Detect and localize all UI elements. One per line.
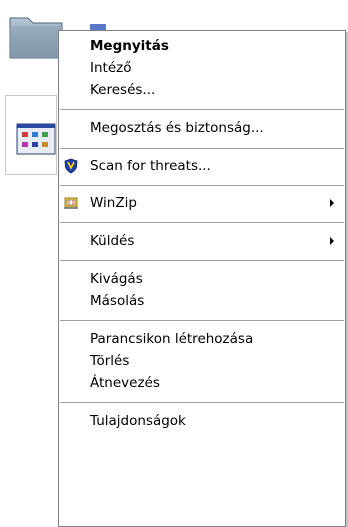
menu-item-open[interactable]: Megnyitás [60, 35, 344, 57]
menu-item-properties-label: Tulajdonságok [90, 413, 186, 429]
menu-item-search-label: Keresés... [90, 82, 156, 98]
menu-item-cut[interactable]: Kivágás [60, 268, 344, 290]
folder-icon-graphic [9, 17, 63, 59]
menu-item-delete[interactable]: Törlés [60, 350, 344, 372]
menu-item-send-to-label: Küldés [90, 233, 135, 249]
menu-item-copy-label: Másolás [90, 293, 145, 309]
menu-item-winzip-label: WinZip [90, 195, 137, 211]
menu-item-send-to[interactable]: Küldés [60, 230, 344, 252]
menu-item-sharing-security-label: Megosztás és biztonság... [90, 120, 264, 136]
folder-icon[interactable] [6, 6, 66, 64]
menu-item-cut-label: Kivágás [90, 271, 143, 287]
submenu-arrow-icon [330, 199, 334, 207]
menu-item-winzip[interactable]: WinZip [60, 192, 344, 214]
control-panel-icon-graphic [16, 123, 56, 155]
menu-separator [60, 402, 344, 403]
menu-item-sharing-security[interactable]: Megosztás és biztonság... [60, 117, 344, 139]
menu-item-create-shortcut-label: Parancsikon létrehozása [90, 331, 254, 347]
menu-item-scan-threats-label: Scan for threats... [90, 158, 211, 174]
menu-item-create-shortcut[interactable]: Parancsikon létrehozása [60, 328, 344, 350]
menu-separator [60, 185, 344, 186]
context-menu: Megnyitás Intéző Keresés... Megosztás és… [58, 30, 346, 527]
menu-separator [60, 148, 344, 149]
menu-item-copy[interactable]: Másolás [60, 290, 344, 312]
menu-separator [60, 260, 344, 261]
menu-item-open-label: Megnyitás [90, 38, 169, 54]
menu-item-explorer[interactable]: Intéző [60, 57, 344, 79]
menu-item-properties[interactable]: Tulajdonságok [60, 410, 344, 432]
menu-item-rename[interactable]: Átnevezés [60, 372, 344, 394]
menu-item-search[interactable]: Keresés... [60, 79, 344, 101]
menu-item-scan-threats[interactable]: Scan for threats... [60, 155, 344, 177]
control-panel-shortcut-icon[interactable] [5, 95, 57, 175]
menu-separator [60, 222, 344, 223]
desktop: Megnyitás Intéző Keresés... Megosztás és… [0, 0, 348, 527]
menu-separator [60, 109, 344, 110]
menu-separator [60, 320, 344, 321]
winzip-icon [64, 197, 78, 209]
menu-item-explorer-label: Intéző [90, 60, 132, 76]
shield-scan-icon [64, 158, 78, 174]
submenu-arrow-icon [330, 237, 334, 245]
menu-item-rename-label: Átnevezés [90, 375, 160, 391]
menu-item-delete-label: Törlés [90, 353, 130, 369]
